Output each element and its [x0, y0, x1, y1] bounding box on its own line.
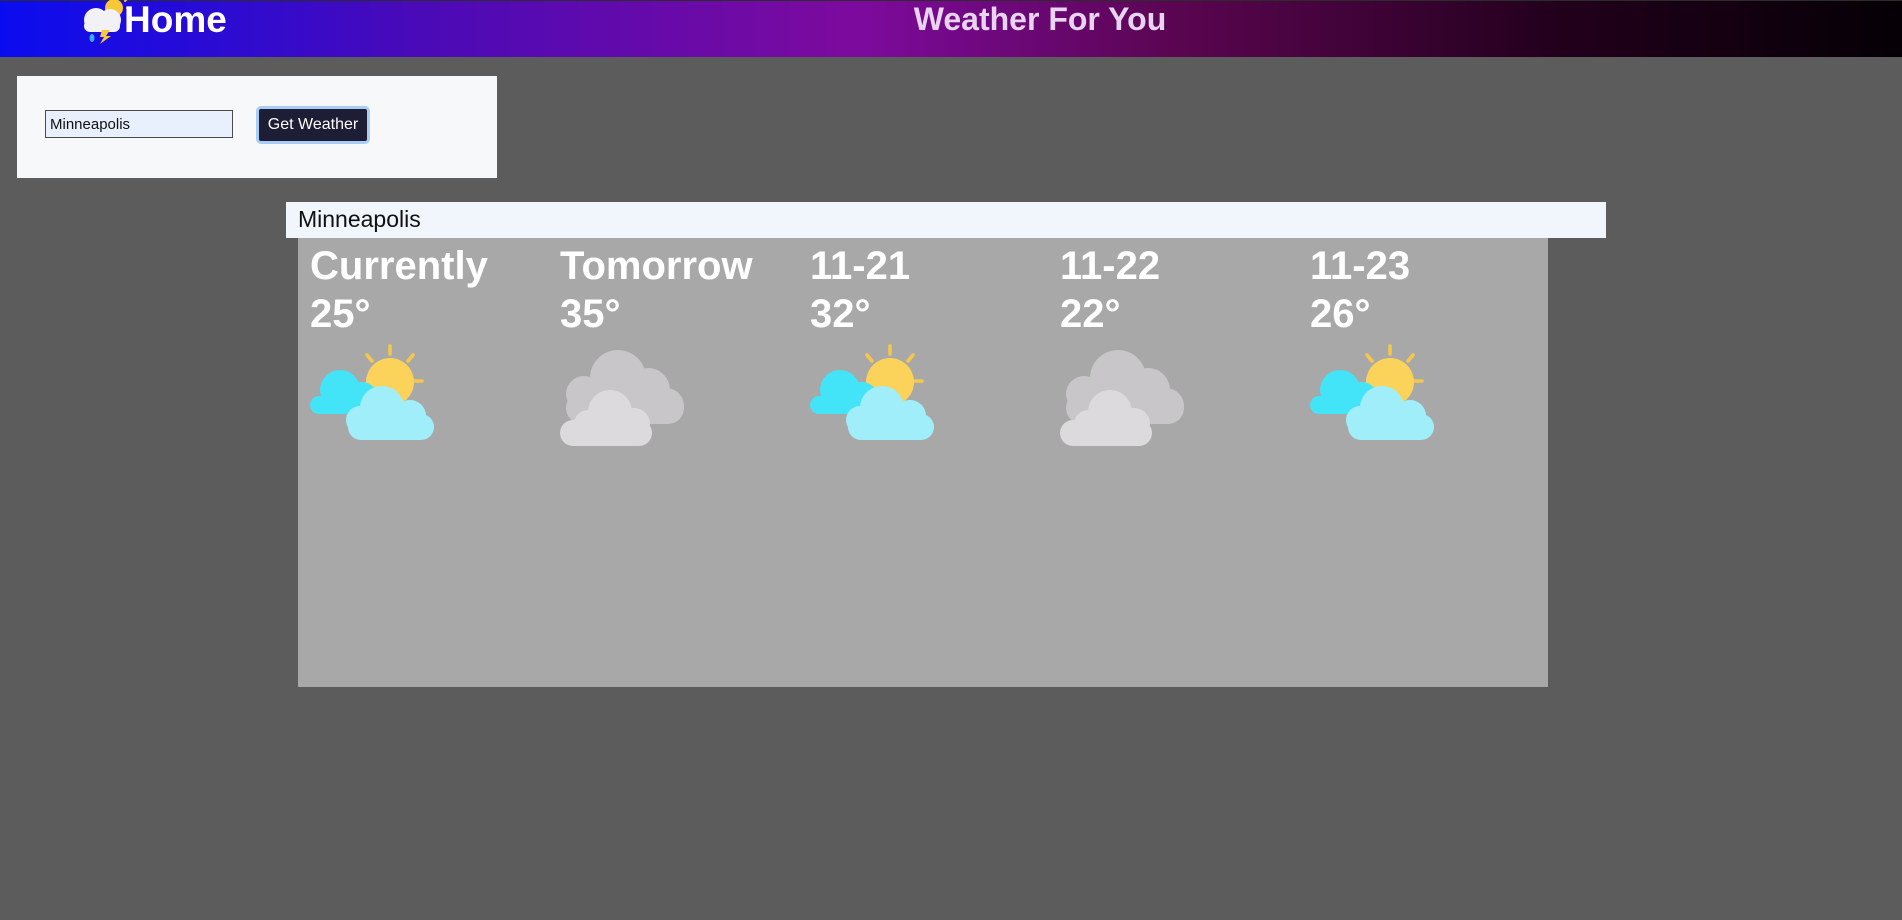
forecast-day-temp: 22°: [1060, 292, 1121, 336]
forecast-day-label: 11-21: [810, 244, 911, 288]
forecast-day-label: Tomorrow: [560, 244, 753, 288]
forecast-day-label: Currently: [310, 244, 488, 288]
forecast-day-label: 11-22: [1060, 244, 1161, 288]
partly-sunny-icon: [810, 344, 940, 448]
forecast-day-temp: 26°: [1310, 292, 1371, 336]
cloudy-icon: [1060, 344, 1190, 448]
site-title: Weather For You: [913, 1, 1167, 37]
forecast-day-temp: 35°: [560, 292, 621, 336]
city-search-input[interactable]: [45, 110, 233, 138]
city-header: Minneapolis: [286, 202, 1606, 238]
forecast-day-label: 11-23: [1310, 244, 1411, 288]
partly-sunny-icon: [1310, 344, 1440, 448]
forecast-day-temp: 32°: [810, 292, 871, 336]
get-weather-button[interactable]: Get Weather: [256, 106, 370, 144]
partly-sunny-icon: [310, 344, 440, 448]
search-panel: Get Weather: [17, 76, 497, 178]
forecast-day-temp: 25°: [310, 292, 371, 336]
cloudy-icon: [560, 344, 690, 448]
forecast-panel: Currently 25° Tomorrow 35° 11-21 32° 11-…: [298, 238, 1548, 687]
city-name: Minneapolis: [298, 206, 421, 232]
navbar: Home Weather For You: [0, 0, 1902, 57]
